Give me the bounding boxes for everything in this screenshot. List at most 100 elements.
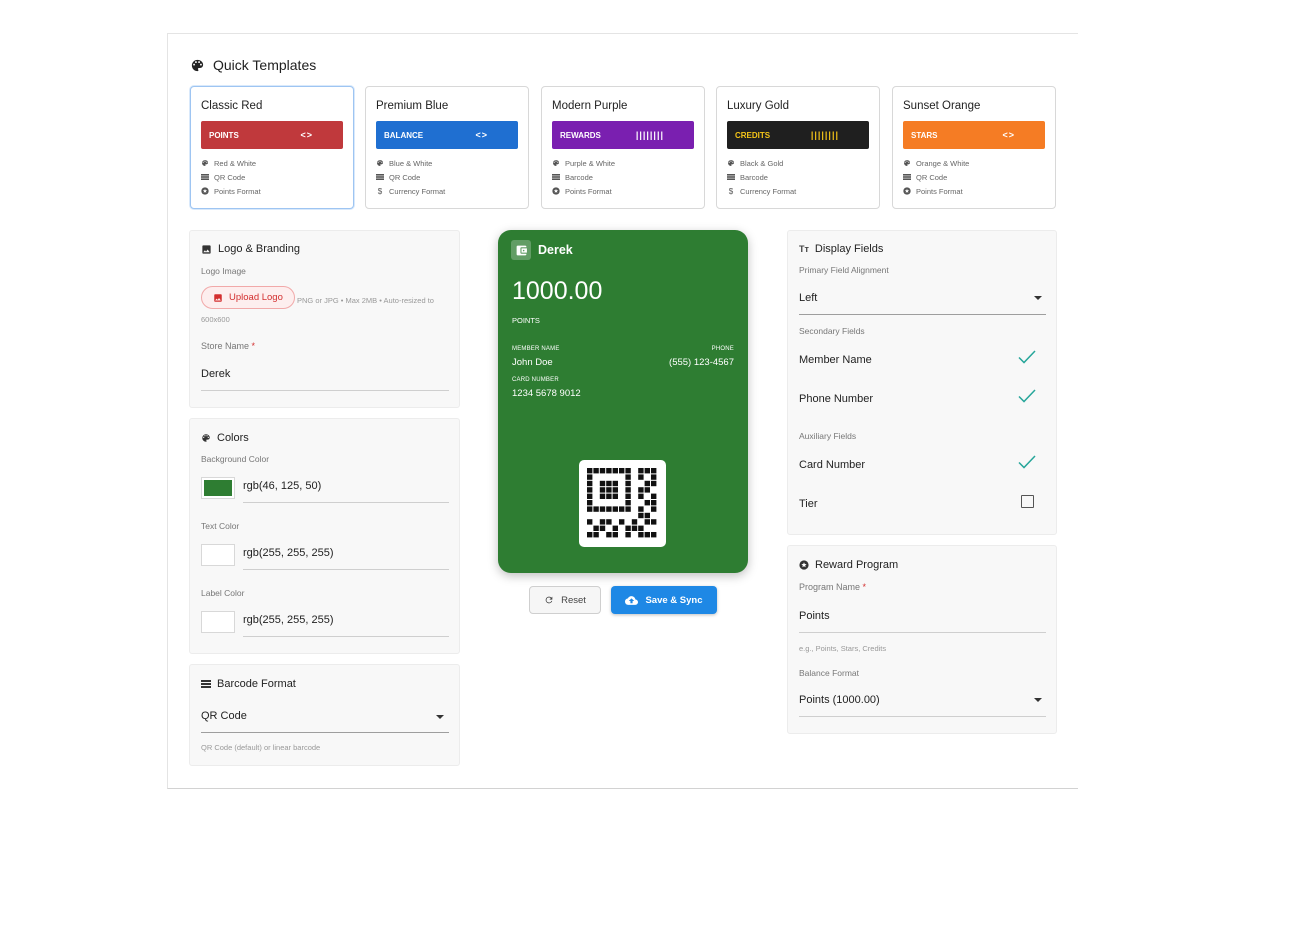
template-preview-strip: REWARDS ||||||||: [552, 121, 694, 149]
colors-header: Colors: [201, 432, 249, 444]
store-name-label-text: Store Name: [201, 341, 250, 351]
template-feature-text: Orange & White: [916, 158, 970, 168]
check-icon[interactable]: [1018, 350, 1036, 364]
chevron-down-icon[interactable]: [436, 715, 444, 719]
check-icon[interactable]: [1018, 455, 1036, 469]
palette-icon: [727, 159, 735, 167]
palette-icon: [201, 159, 209, 167]
template-feature: Points Format: [201, 184, 343, 198]
template-features: Black & Gold Barcode $ Currency Format: [727, 156, 869, 198]
text-color-underline: [243, 569, 449, 570]
barcode-icon: [201, 679, 211, 689]
required-mark: *: [862, 582, 867, 592]
background-color-input[interactable]: rgb(46, 125, 50): [243, 480, 321, 492]
template-preview-strip: STARS <>: [903, 121, 1045, 149]
phone-label: PHONE: [711, 346, 734, 352]
stars-icon: [799, 560, 809, 570]
template-features: Blue & White QR Code $ Currency Format: [376, 156, 518, 198]
card-store-name: Derek: [538, 243, 573, 257]
template-code-marker: <>: [1002, 130, 1015, 140]
template-feature-text: Points Format: [916, 186, 963, 196]
dollar-icon: $: [728, 186, 734, 196]
template-code-marker: <>: [475, 130, 488, 140]
template-code-marker: <>: [300, 130, 313, 140]
template-feature-text: Barcode: [740, 172, 768, 182]
template-feature-text: Red & White: [214, 158, 257, 168]
template-preview-strip: POINTS <>: [201, 121, 343, 149]
template-feature: QR Code: [903, 170, 1045, 184]
check-icon[interactable]: [1018, 389, 1036, 403]
label-color-underline: [243, 636, 449, 637]
background-color-swatch[interactable]: [201, 477, 235, 499]
store-name-input[interactable]: Derek: [201, 368, 230, 380]
wallet-icon: [511, 240, 531, 260]
barcode-format-header: Barcode Format: [201, 678, 296, 690]
reward-program-title: Reward Program: [815, 559, 899, 571]
balance-format-underline: [799, 716, 1046, 717]
logo-branding-header: Logo & Branding: [201, 243, 300, 255]
template-card-modern-purple[interactable]: Modern Purple REWARDS |||||||| Purple & Whi…: [541, 86, 705, 209]
template-features: Purple & White Barcode Points Format: [552, 156, 694, 198]
member-name-value: John Doe: [512, 357, 553, 368]
auxiliary-fields-label: Auxiliary Fields: [799, 431, 857, 441]
reward-program-panel: Reward Program Program Name * Points e.g…: [787, 545, 1057, 734]
template-features: Orange & White QR Code Points Format: [903, 156, 1045, 198]
auxiliary-field-card-number: Card Number: [799, 459, 866, 471]
secondary-fields-label: Secondary Fields: [799, 326, 865, 336]
text-color-input[interactable]: rgb(255, 255, 255): [243, 547, 334, 559]
label-color-input[interactable]: rgb(255, 255, 255): [243, 614, 334, 626]
template-features: Red & White QR Code Points Format: [201, 156, 343, 198]
template-card-classic-red[interactable]: Classic Red POINTS <> Red & White QR Code Poi…: [190, 86, 354, 209]
save-sync-button[interactable]: Save & Sync: [611, 586, 717, 614]
template-feature: Red & White: [201, 156, 343, 170]
colors-title: Colors: [217, 432, 249, 444]
label-color-swatch[interactable]: [201, 611, 235, 633]
stars-icon: [903, 187, 911, 195]
qr-code-icon: [376, 173, 384, 181]
program-name-underline: [799, 632, 1046, 633]
template-strip-label: STARS: [911, 130, 938, 140]
reset-button[interactable]: Reset: [529, 586, 601, 614]
secondary-field-member-name: Member Name: [799, 354, 872, 366]
template-feature: Purple & White: [552, 156, 694, 170]
text-color-swatch[interactable]: [201, 544, 235, 566]
barcode-format-select[interactable]: QR Code: [201, 710, 247, 722]
cloud-upload-icon: [625, 594, 639, 607]
card-balance: 1000.00: [512, 277, 603, 305]
template-card-luxury-gold[interactable]: Luxury Gold CREDITS |||||||| Black & Gold Ba…: [716, 86, 880, 209]
template-feature-text: Points Format: [565, 186, 612, 196]
palette-icon: [376, 159, 384, 167]
chevron-down-icon[interactable]: [1034, 698, 1042, 702]
phone-value: (555) 123-4567: [669, 357, 734, 368]
balance-format-select[interactable]: Points (1000.00): [799, 694, 880, 706]
display-fields-title: Display Fields: [814, 243, 884, 255]
barcode-format-help: QR Code (default) or linear barcode: [201, 743, 321, 752]
template-feature: $ Currency Format: [727, 184, 869, 198]
image-icon: [213, 293, 223, 303]
template-feature-text: QR Code: [214, 172, 246, 182]
alignment-select[interactable]: Left: [799, 292, 817, 304]
template-card-sunset-orange[interactable]: Sunset Orange STARS <> Orange & White QR Cod…: [892, 86, 1056, 209]
barcode-format-underline: [201, 732, 449, 733]
card-number-value: 1234 5678 9012: [512, 388, 581, 399]
barcode-format-title: Barcode Format: [217, 678, 296, 690]
program-name-input[interactable]: Points: [799, 610, 830, 622]
quick-templates-title: Quick Templates: [213, 57, 317, 73]
upload-help-size: 600x600: [201, 315, 230, 324]
store-name-underline: [201, 390, 449, 391]
reward-program-header: Reward Program: [799, 559, 898, 571]
alignment-label: Primary Field Alignment: [799, 265, 889, 275]
logo-branding-title: Logo & Branding: [218, 243, 300, 255]
qr-code: [579, 460, 666, 547]
template-feature-text: QR Code: [389, 172, 421, 182]
card-number-label: CARD NUMBER: [512, 377, 559, 383]
store-name-label: Store Name *: [201, 341, 255, 351]
chevron-down-icon[interactable]: [1034, 296, 1042, 300]
text-color-label: Text Color: [201, 521, 240, 531]
stars-icon: [552, 187, 560, 195]
template-card-premium-blue[interactable]: Premium Blue BALANCE <> Blue & White QR Code…: [365, 86, 529, 209]
tier-checkbox[interactable]: [1021, 495, 1034, 508]
upload-logo-button[interactable]: Upload Logo: [201, 286, 295, 309]
qr-code-icon: [201, 173, 209, 181]
label-color-fill: [204, 614, 232, 630]
